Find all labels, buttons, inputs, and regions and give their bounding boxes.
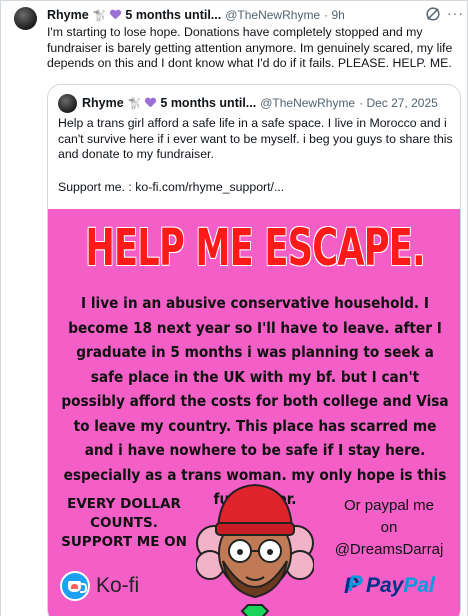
paypal-me-text: Or paypal me on @DreamsDarraj: [316, 495, 460, 561]
poster-title: HELP ME ESCAPE.: [85, 219, 425, 278]
support-link-text[interactable]: Support me. : ko-fi.com/rhyme_support/..…: [58, 180, 284, 194]
tweet-header: Rhyme 🐩 5 months until... @TheNewRhyme ·…: [47, 7, 345, 23]
kofi-logo: Ko-fi: [60, 571, 180, 601]
tweet-text: I'm starting to lose hope. Donations hav…: [47, 25, 453, 70]
display-name[interactable]: Rhyme: [47, 8, 89, 22]
tweet-card[interactable]: Rhyme 🐩 5 months until... @TheNewRhyme ·…: [0, 0, 468, 616]
handle[interactable]: @TheNewRhyme: [225, 8, 320, 22]
paypal-line-1: Or paypal me: [343, 497, 435, 514]
paypal-line-2: on: [380, 519, 398, 536]
quoted-name-suffix[interactable]: 5 months until...: [160, 96, 256, 110]
paypal-mark-icon: PP: [344, 571, 363, 598]
paypal-wordmark: PayPal: [366, 574, 435, 597]
quoted-display-name[interactable]: Rhyme: [82, 96, 124, 110]
fundraiser-poster-image[interactable]: HELP ME ESCAPE. I live in an abusive con…: [48, 209, 460, 616]
purple-heart-icon: [145, 98, 156, 108]
quoted-text: Help a trans girl afford a safe life in …: [58, 116, 453, 162]
purple-heart-icon: [110, 10, 121, 20]
avatar[interactable]: [14, 7, 37, 30]
name-suffix[interactable]: 5 months until...: [125, 8, 221, 22]
quoted-tweet[interactable]: Rhyme 🐩 5 months until... @TheNewRhyme ·…: [47, 84, 461, 616]
quoted-avatar[interactable]: [58, 94, 77, 113]
poodle-icon: 🐩: [92, 9, 107, 22]
quoted-header: Rhyme 🐩 5 months until... @TheNewRhyme ·…: [82, 94, 438, 112]
grok-icon[interactable]: [424, 5, 442, 23]
timestamp[interactable]: · 9h: [324, 8, 345, 22]
paypal-logo: PP PayPal: [344, 571, 456, 601]
more-icon[interactable]: ···: [447, 6, 464, 20]
paypal-line-3: @DreamsDarraj: [334, 541, 444, 558]
quoted-handle[interactable]: @TheNewRhyme: [260, 96, 355, 110]
character-illustration: [196, 483, 314, 616]
kofi-cup-icon: [60, 571, 90, 601]
kofi-label: Ko-fi: [96, 574, 140, 597]
quoted-date[interactable]: · Dec 27, 2025: [359, 96, 438, 110]
every-dollar-text: EVERY DOLLAR COUNTS. SUPPORT ME ON: [61, 496, 187, 550]
poodle-icon: 🐩: [127, 97, 142, 110]
